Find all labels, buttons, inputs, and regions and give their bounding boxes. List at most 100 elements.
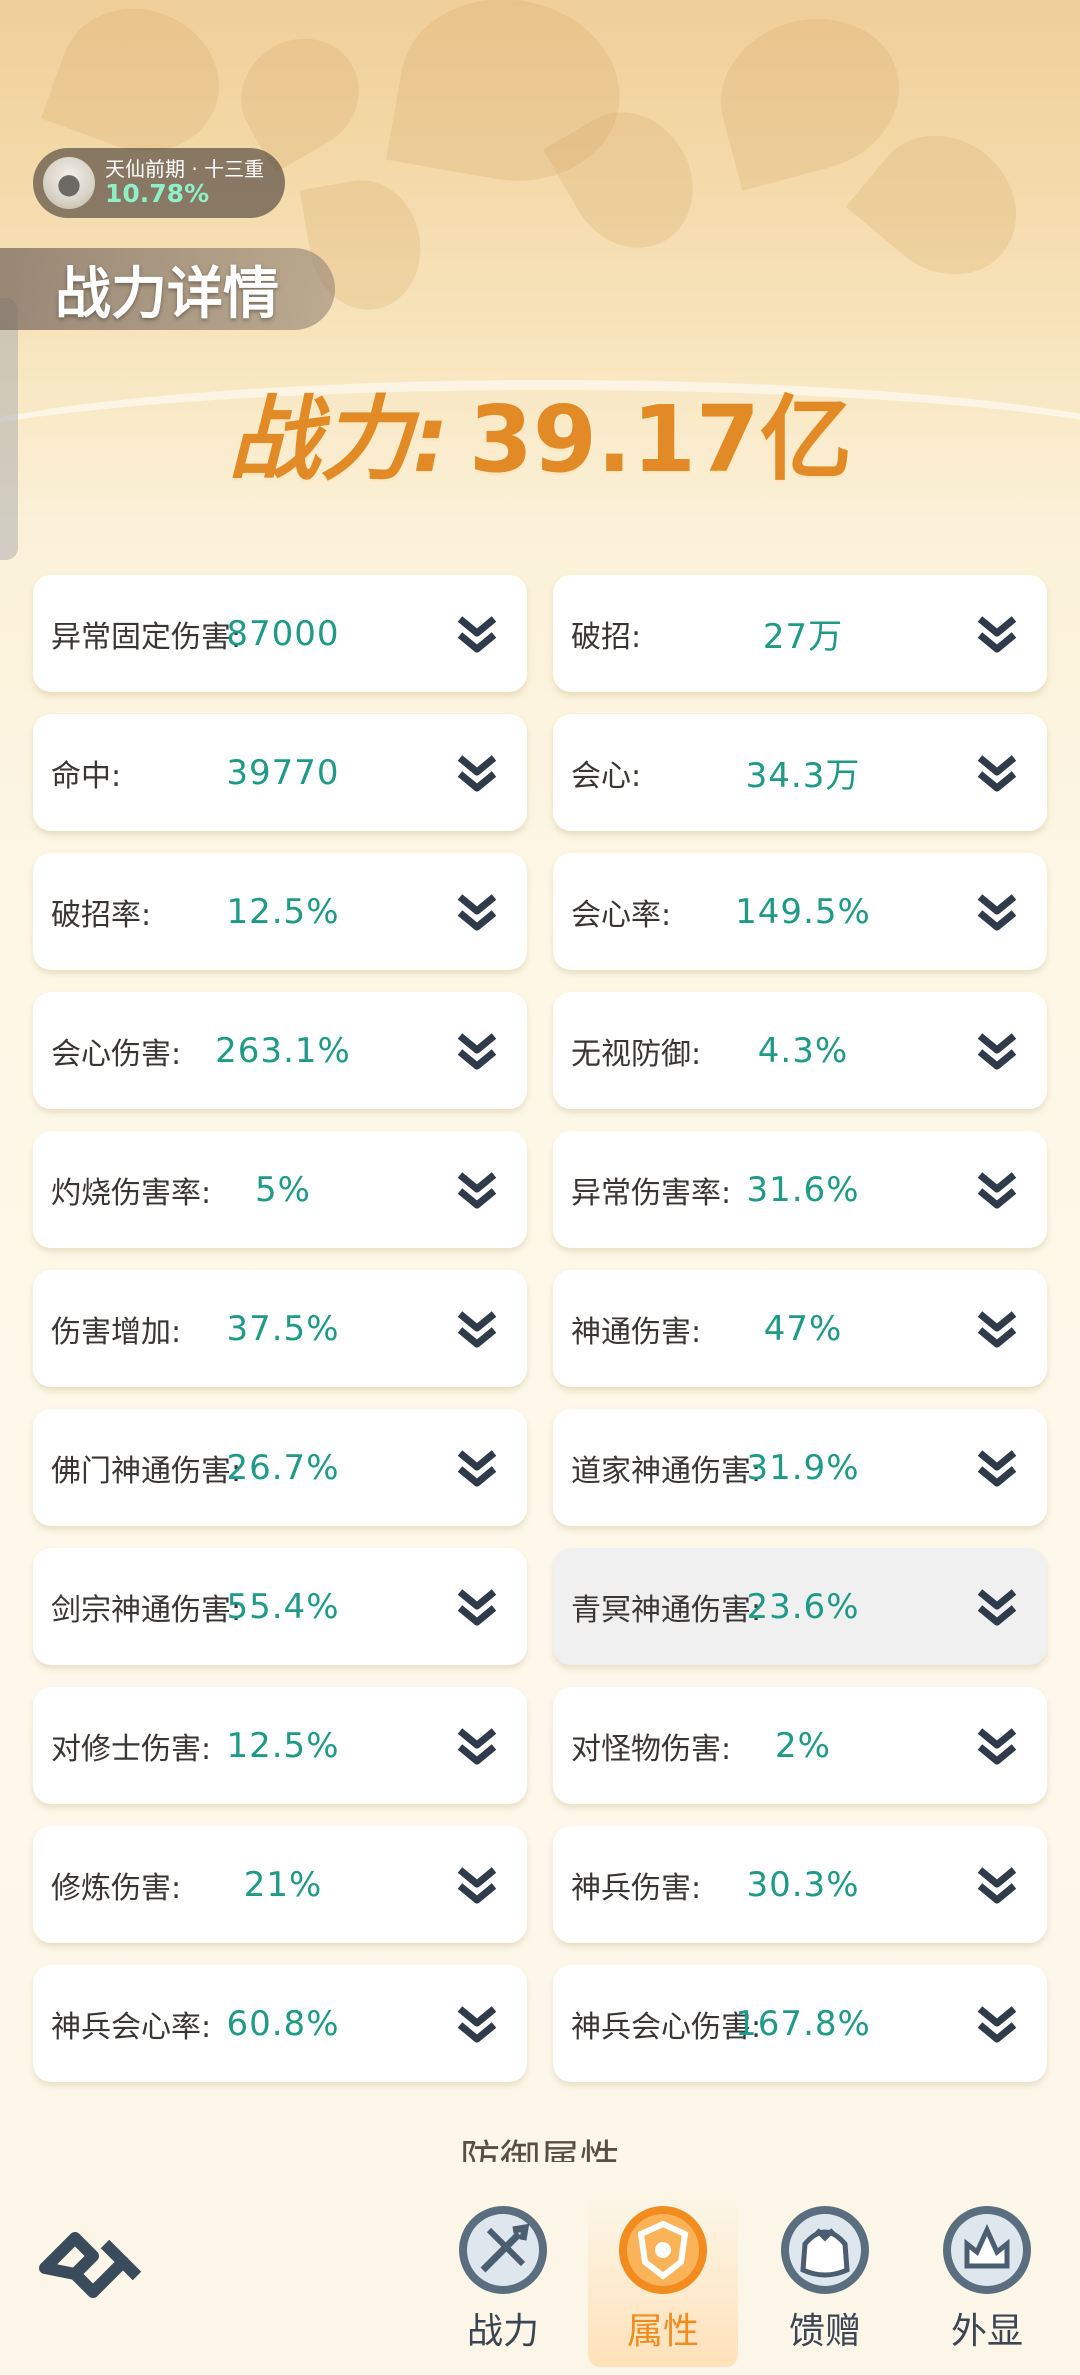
stat-card[interactable]: 神兵会心率: 60.8%	[33, 1965, 527, 2082]
chevron-down-icon[interactable]	[452, 748, 502, 798]
chevron-down-icon[interactable]	[972, 1304, 1022, 1354]
stat-value: 167.8%	[735, 2003, 871, 2044]
stat-card[interactable]: 神通伤害: 47%	[553, 1270, 1047, 1387]
chevron-down-icon[interactable]	[972, 609, 1022, 659]
chevron-down-icon[interactable]	[972, 1165, 1022, 1215]
stat-card[interactable]: 异常固定伤害: 87000	[33, 575, 527, 692]
chevron-down-icon[interactable]	[452, 1582, 502, 1632]
nav-label: 战力	[466, 2311, 539, 2352]
stat-value: 27万	[762, 617, 844, 657]
stat-value: 55.4%	[226, 1586, 340, 1627]
chevron-down-icon[interactable]	[972, 887, 1022, 937]
section-title-defense: 防御属性	[460, 2137, 620, 2162]
crown-icon	[943, 2206, 1031, 2294]
stat-value: 47%	[763, 1308, 843, 1349]
stat-label: 伤害增加:	[51, 1314, 182, 1350]
stat-value: 31.9%	[746, 1447, 860, 1488]
stat-value: 149.5%	[735, 891, 871, 932]
nav-label: 外显	[950, 2311, 1023, 2352]
stat-card[interactable]: 修炼伤害: 21%	[33, 1826, 527, 1943]
chevron-down-icon[interactable]	[972, 748, 1022, 798]
stat-label: 会心伤害:	[51, 1036, 182, 1072]
nav-tab-attributes[interactable]: 属性	[588, 2192, 738, 2367]
chevron-down-icon[interactable]	[972, 1026, 1022, 1076]
stat-value: 263.1%	[215, 1030, 351, 1071]
realm-progress: 10.78%	[105, 179, 210, 209]
chevron-down-icon[interactable]	[452, 1026, 502, 1076]
chevron-down-icon[interactable]	[972, 1721, 1022, 1771]
stat-label: 破招:	[571, 619, 642, 655]
stat-card[interactable]: 神兵伤害: 30.3%	[553, 1826, 1047, 1943]
stat-value: 26.7%	[226, 1447, 340, 1488]
realm-badge[interactable]: ● 天仙前期 · 十三重 10.78%	[33, 148, 285, 218]
nav-label: 属性	[626, 2311, 699, 2352]
stat-card[interactable]: 无视防御: 4.3%	[553, 992, 1047, 1109]
chevron-down-icon[interactable]	[972, 1860, 1022, 1910]
stat-label: 会心率:	[571, 897, 672, 933]
shield-icon	[619, 2206, 707, 2294]
stat-card[interactable]: 青冥神通伤害: 23.6%	[553, 1548, 1047, 1665]
stat-label: 会心:	[571, 758, 642, 794]
combat-power: 战力: 39.17亿	[0, 365, 1080, 498]
chevron-down-icon[interactable]	[452, 1443, 502, 1493]
nav-tab-gifts[interactable]: 馈赠	[760, 2200, 890, 2360]
stat-card[interactable]: 伤害增加: 37.5%	[33, 1270, 527, 1387]
stats-grid: 异常固定伤害: 87000 破招: 27万命中: 39770 会心: 34.3万破招率: 12…	[33, 575, 1047, 2082]
chevron-down-icon[interactable]	[452, 1304, 502, 1354]
stat-value: 12.5%	[226, 1725, 340, 1766]
chevron-down-icon[interactable]	[452, 1721, 502, 1771]
stat-value: 34.3万	[745, 756, 861, 796]
stat-value: 5%	[255, 1169, 311, 1210]
stat-card[interactable]: 会心: 34.3万	[553, 714, 1047, 831]
chevron-down-icon[interactable]	[452, 1860, 502, 1910]
combat-power-value: 39.17亿	[468, 386, 852, 493]
stat-label: 对怪物伤害:	[571, 1731, 732, 1767]
stat-card[interactable]: 对怪物伤害: 2%	[553, 1687, 1047, 1804]
chevron-down-icon[interactable]	[452, 1165, 502, 1215]
stat-value: 12.5%	[226, 891, 340, 932]
stat-card[interactable]: 神兵会心伤害: 167.8%	[553, 1965, 1047, 2082]
stat-card[interactable]: 会心率: 149.5%	[553, 853, 1047, 970]
stat-value: 87000	[226, 613, 340, 654]
stat-value: 37.5%	[226, 1308, 340, 1349]
stat-card[interactable]: 会心伤害: 263.1%	[33, 992, 527, 1109]
stat-label: 对修士伤害:	[51, 1731, 212, 1767]
combat-power-label: 战力:	[228, 386, 449, 493]
stat-card[interactable]: 灼烧伤害率: 5%	[33, 1131, 527, 1248]
stat-card[interactable]: 佛门神通伤害: 26.7%	[33, 1409, 527, 1526]
stat-label: 无视防御:	[571, 1036, 702, 1072]
stat-label: 灼烧伤害率:	[51, 1175, 212, 1211]
stat-card[interactable]: 破招: 27万	[553, 575, 1047, 692]
stat-label: 神通伤害:	[571, 1314, 702, 1350]
stat-value: 2%	[775, 1725, 831, 1766]
stat-card[interactable]: 异常伤害率: 31.6%	[553, 1131, 1047, 1248]
chevron-down-icon[interactable]	[972, 1999, 1022, 2049]
stat-card[interactable]: 道家神通伤害: 31.9%	[553, 1409, 1047, 1526]
stat-value: 39770	[226, 752, 340, 793]
stat-card[interactable]: 剑宗神通伤害: 55.4%	[33, 1548, 527, 1665]
stat-value: 60.8%	[226, 2003, 340, 2044]
chevron-down-icon[interactable]	[972, 1582, 1022, 1632]
stat-label: 异常伤害率:	[571, 1175, 732, 1211]
stat-label: 命中:	[51, 758, 122, 794]
stat-card[interactable]: 破招率: 12.5%	[33, 853, 527, 970]
stat-value: 31.6%	[746, 1169, 860, 1210]
home-logo-icon[interactable]	[35, 2225, 147, 2311]
nav-tab-appearance[interactable]: 外显	[922, 2200, 1052, 2360]
chevron-down-icon[interactable]	[972, 1443, 1022, 1493]
stat-card[interactable]: 对修士伤害: 12.5%	[33, 1687, 527, 1804]
stat-value: 30.3%	[746, 1864, 860, 1905]
page-title: 战力详情	[55, 261, 279, 327]
stat-label: 神兵会心率:	[51, 2009, 212, 2045]
stat-value: 4.3%	[757, 1030, 849, 1071]
sword-icon	[459, 2206, 547, 2294]
chevron-down-icon[interactable]	[452, 887, 502, 937]
stat-card[interactable]: 命中: 39770	[33, 714, 527, 831]
nav-tab-power[interactable]: 战力	[438, 2200, 568, 2360]
realm-name: 天仙前期 · 十三重	[105, 157, 265, 182]
stat-value: 21%	[243, 1864, 323, 1905]
chevron-down-icon[interactable]	[452, 609, 502, 659]
chevron-down-icon[interactable]	[452, 1999, 502, 2049]
stat-value: 23.6%	[746, 1586, 860, 1627]
stat-label: 破招率:	[51, 897, 152, 933]
